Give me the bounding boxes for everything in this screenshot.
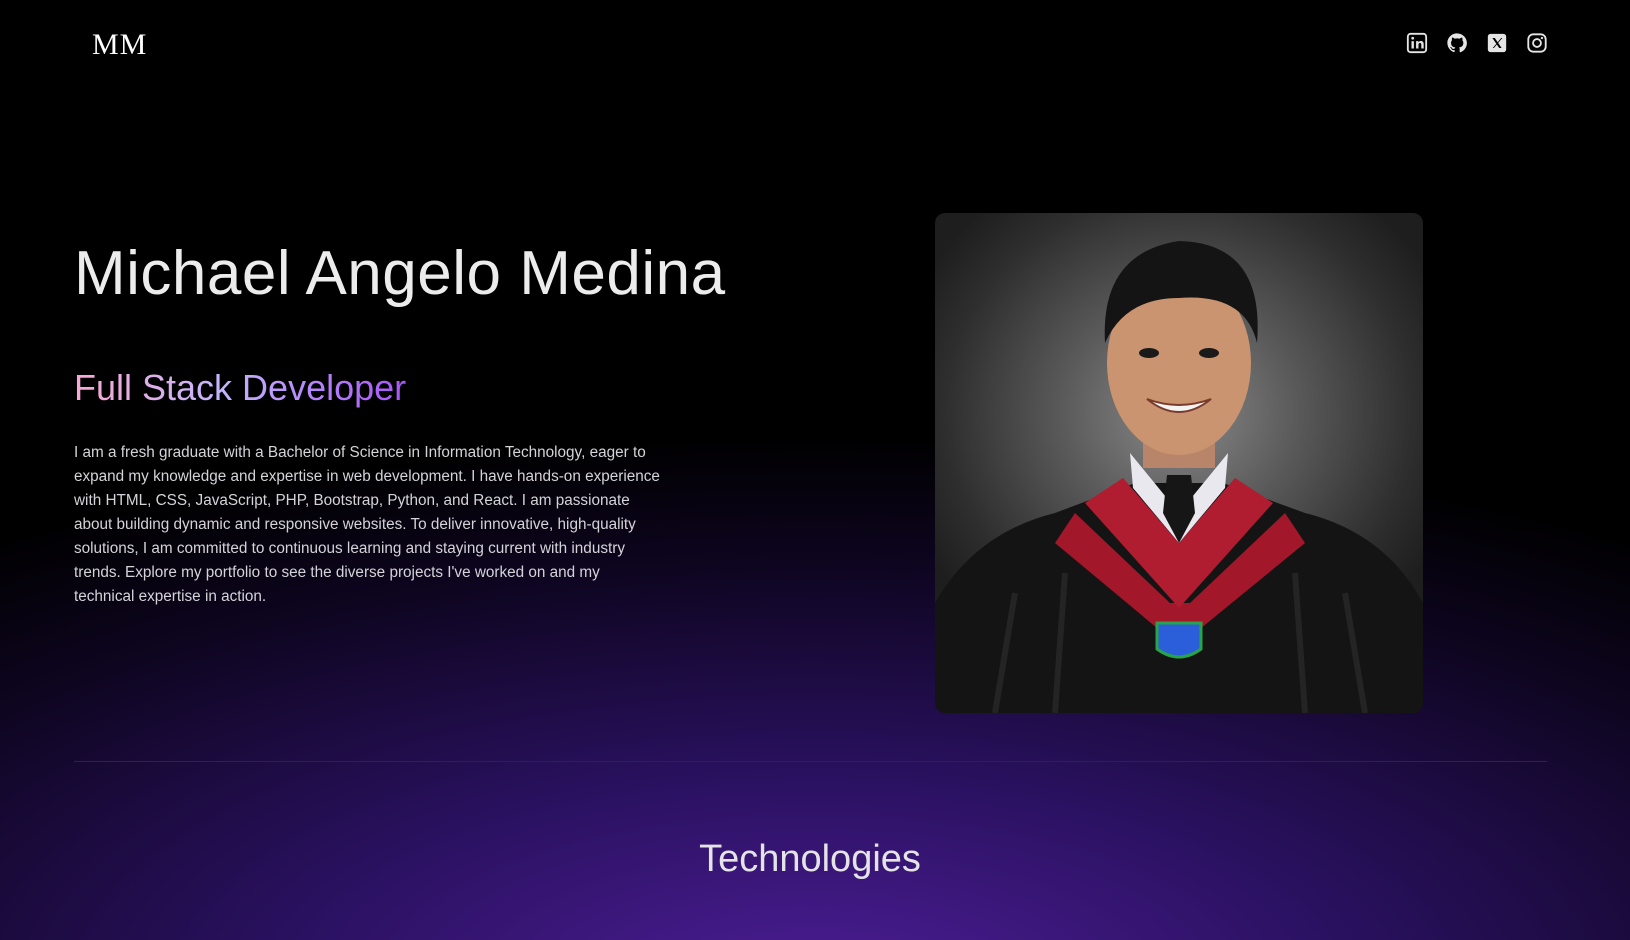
hero-role: Full Stack Developer [74,367,407,408]
github-icon [1447,33,1467,53]
section-divider [74,761,1547,762]
instagram-icon [1527,33,1547,53]
social-links [1406,32,1548,54]
profile-portrait-illustration [935,241,1423,713]
linkedin-link[interactable] [1406,32,1428,54]
linkedin-icon [1406,32,1428,54]
navbar: MM [0,0,1630,95]
instagram-link[interactable] [1526,32,1548,54]
hero-bio: I am a fresh graduate with a Bachelor of… [74,444,660,605]
technologies-heading: Technologies [699,838,921,880]
hero-name: Michael Angelo Medina [74,239,726,308]
site-logo[interactable]: MM [92,28,147,62]
x-icon [1487,33,1507,53]
github-link[interactable] [1446,32,1468,54]
x-link[interactable] [1486,32,1508,54]
profile-photo [935,213,1423,713]
